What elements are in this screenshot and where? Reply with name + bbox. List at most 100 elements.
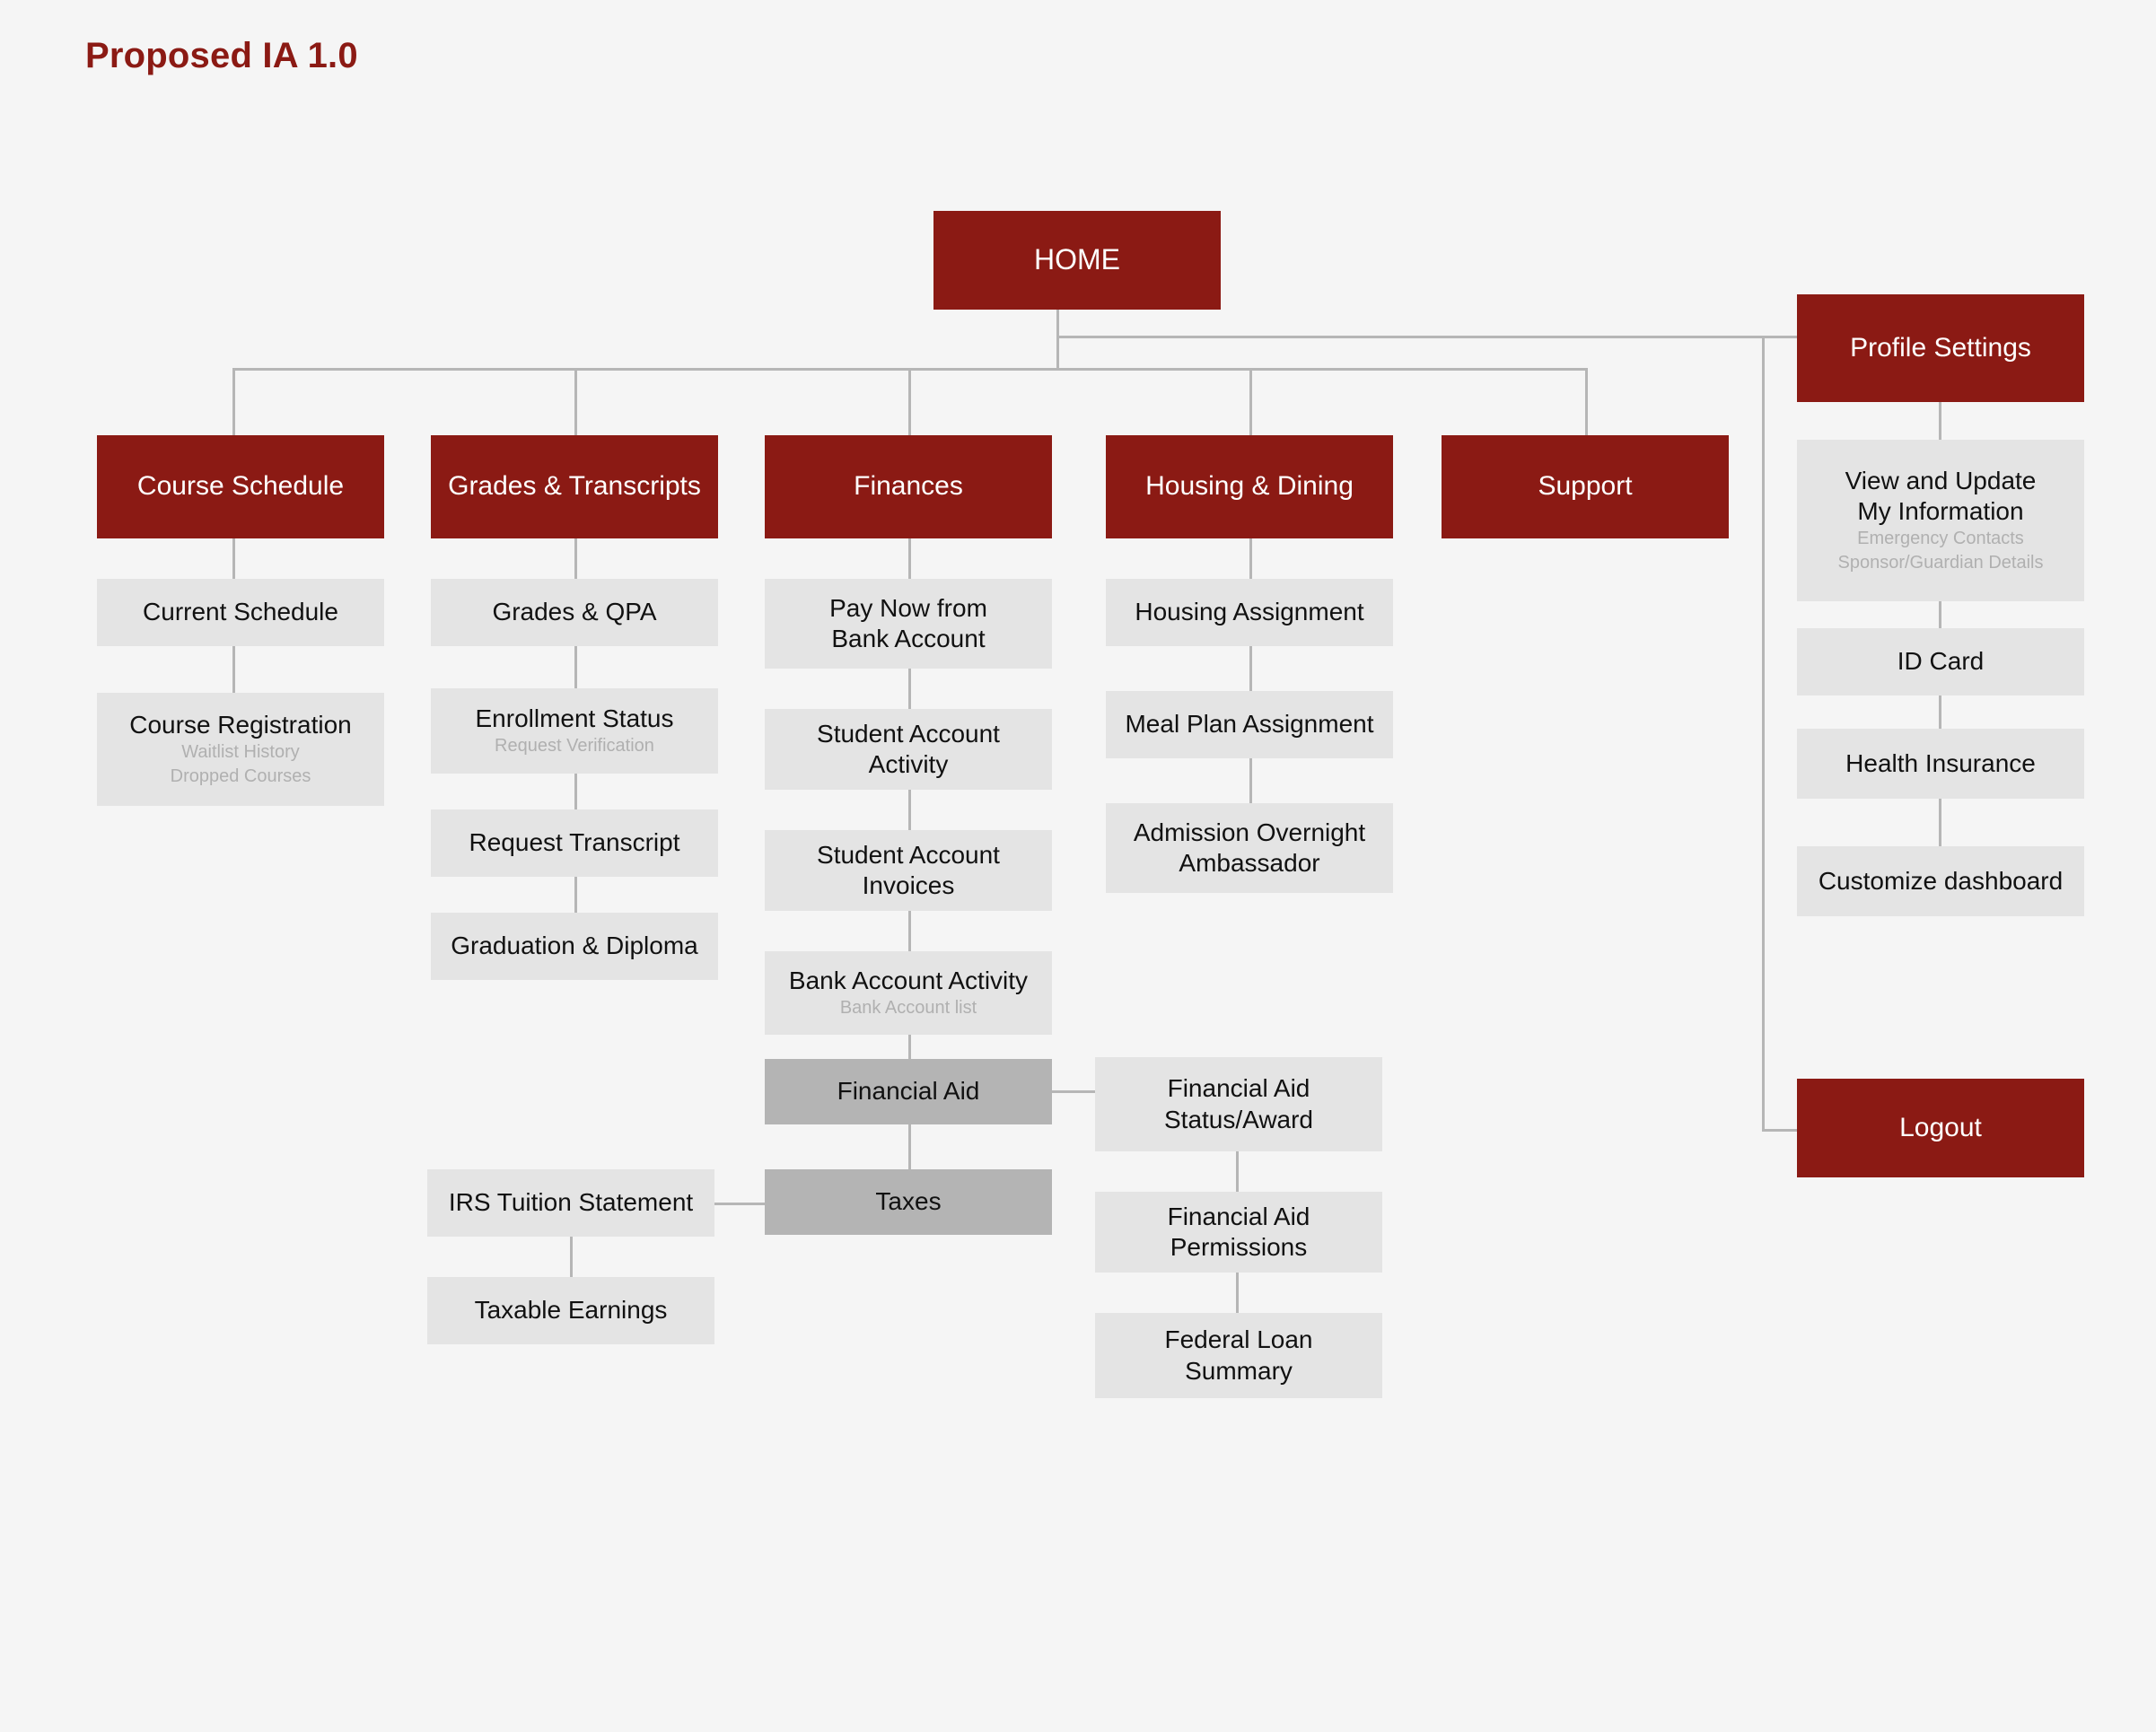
node-course-registration-sub-1: Waitlist History [181,742,300,763]
connector-gt-to-grades-qpa [574,538,577,579]
connector-taxes-to-irs [714,1203,767,1205]
connector-mealplan-to-ambassador [1249,758,1252,803]
node-meal-plan-assignment[interactable]: Meal Plan Assignment [1106,691,1393,758]
connector-drop-finances [908,368,911,435]
connector-drop-support [1585,368,1588,435]
connector-home-stem [1056,310,1059,337]
node-course-registration-sub-2: Dropped Courses [170,766,311,787]
node-grades-transcripts-label: Grades & Transcripts [448,471,701,502]
node-customize-dashboard-label: Customize dashboard [1818,866,2064,895]
connector-transcript-to-graduation [574,877,577,913]
node-irs-tuition-statement[interactable]: IRS Tuition Statement [427,1169,714,1237]
node-current-schedule[interactable]: Current Schedule [97,579,384,646]
node-enrollment-status[interactable]: Enrollment Status Request Verification [431,688,718,774]
node-profile-settings-label: Profile Settings [1850,332,2031,363]
node-taxes-label: Taxes [875,1187,942,1216]
node-view-update-line1: View and Update [1845,466,2037,494]
node-home-label: HOME [1034,243,1120,276]
ia-diagram-canvas: Proposed IA 1.0 HOME Course Schedule Gra… [0,0,2156,1732]
node-fa-permissions-line2: Permissions [1170,1233,1308,1261]
connector-cs-to-current-schedule [232,538,235,579]
node-fa-permissions-line1: Financial Aid [1167,1202,1310,1230]
node-admission-overnight-ambassador[interactable]: Admission Overnight Ambassador [1106,803,1393,893]
node-grades-qpa-label: Grades & QPA [492,598,657,626]
connector-bank-to-financialaid [908,1035,911,1059]
connector-health-to-customize [1939,799,1941,846]
connector-qpa-to-enrollment [574,646,577,688]
connector-invoices-to-bank [908,911,911,951]
node-student-account-activity[interactable]: Student Account Activity [765,709,1052,790]
node-housing-assignment-label: Housing Assignment [1135,598,1364,626]
node-request-transcript-label: Request Transcript [469,828,680,857]
node-view-update-sub-1: Emergency Contacts [1857,529,2024,549]
connector-ps-to-view-update [1939,402,1941,440]
connector-drop-course-schedule [232,368,235,435]
node-home[interactable]: HOME [933,211,1221,310]
node-student-account-invoices-line1: Student Account [817,840,1000,869]
node-graduation-diploma[interactable]: Graduation & Diploma [431,913,718,980]
connector-home-to-profile [1056,336,1800,338]
connector-permissions-to-loan [1236,1273,1239,1313]
connector-view-to-idcard [1939,601,1941,630]
node-graduation-diploma-label: Graduation & Diploma [451,932,698,960]
node-health-insurance-label: Health Insurance [1845,748,2036,777]
node-student-account-invoices-line2: Invoices [862,871,955,899]
node-housing-dining[interactable]: Housing & Dining [1106,435,1393,538]
node-current-schedule-label: Current Schedule [143,598,338,626]
node-financial-aid-permissions[interactable]: Financial Aid Permissions [1095,1192,1382,1273]
node-taxable-earnings-label: Taxable Earnings [474,1296,668,1325]
node-fa-status-line2: Status/Award [1163,1105,1314,1133]
node-irs-tuition-statement-label: IRS Tuition Statement [448,1188,694,1217]
connector-activity-to-invoices [908,790,911,830]
connector-irs-to-taxable [570,1237,573,1277]
node-student-account-invoices[interactable]: Student Account Invoices [765,830,1052,911]
node-financial-aid[interactable]: Financial Aid [765,1059,1052,1124]
connector-current-to-registration [232,646,235,693]
node-pay-now-line2: Bank Account [831,625,986,652]
connector-financialaid-to-taxes [908,1124,911,1169]
node-admission-ambassador-line1: Admission Overnight [1133,818,1366,846]
node-housing-assignment[interactable]: Housing Assignment [1106,579,1393,646]
connector-housing-to-mealplan [1249,646,1252,691]
node-student-account-activity-line2: Activity [868,750,949,778]
node-support[interactable]: Support [1442,435,1729,538]
node-financial-aid-status-award[interactable]: Financial Aid Status/Award [1095,1057,1382,1151]
node-bank-account-activity[interactable]: Bank Account Activity Bank Account list [765,951,1052,1035]
node-request-transcript[interactable]: Request Transcript [431,809,718,877]
node-health-insurance[interactable]: Health Insurance [1797,729,2084,799]
node-grades-qpa[interactable]: Grades & QPA [431,579,718,646]
connector-hd-to-housing-assignment [1249,538,1252,579]
node-pay-now-bank-account[interactable]: Pay Now from Bank Account [765,579,1052,669]
node-student-account-activity-line1: Student Account [817,719,1000,748]
node-bank-account-activity-sub-1: Bank Account list [839,998,977,1019]
connector-drop-housing [1249,368,1252,435]
node-view-update-line2: My Information [1857,497,2024,525]
node-customize-dashboard[interactable]: Customize dashboard [1797,846,2084,916]
node-federal-loan-line1: Federal Loan [1164,1325,1313,1354]
node-bank-account-activity-label: Bank Account Activity [788,966,1029,994]
node-course-registration[interactable]: Course Registration Waitlist History Dro… [97,693,384,806]
node-view-update-sub-2: Sponsor/Guardian Details [1837,553,2044,573]
node-id-card[interactable]: ID Card [1797,628,2084,695]
node-id-card-label: ID Card [1897,647,1985,676]
node-meal-plan-assignment-label: Meal Plan Assignment [1125,710,1374,739]
node-admission-ambassador-line2: Ambassador [1179,849,1320,877]
node-logout[interactable]: Logout [1797,1079,2084,1177]
connector-home-stem-lower [1056,336,1059,371]
node-housing-dining-label: Housing & Dining [1145,471,1354,502]
page-title: Proposed IA 1.0 [85,36,358,75]
node-federal-loan-summary[interactable]: Federal Loan Summary [1095,1313,1382,1398]
node-fa-status-line1: Financial Aid [1167,1074,1310,1103]
node-enrollment-status-label: Enrollment Status [475,704,674,732]
node-taxes[interactable]: Taxes [765,1169,1052,1235]
node-view-update-my-information[interactable]: View and Update My Information Emergency… [1797,440,2084,601]
node-grades-transcripts[interactable]: Grades & Transcripts [431,435,718,538]
connector-logout-entry [1762,1129,1800,1132]
node-enrollment-status-sub-1: Request Verification [495,736,654,757]
node-taxable-earnings[interactable]: Taxable Earnings [427,1277,714,1344]
node-profile-settings[interactable]: Profile Settings [1797,294,2084,402]
node-logout-label: Logout [1899,1112,1982,1142]
node-finances[interactable]: Finances [765,435,1052,538]
node-course-schedule[interactable]: Course Schedule [97,435,384,538]
connector-paynow-to-activity [908,669,911,709]
